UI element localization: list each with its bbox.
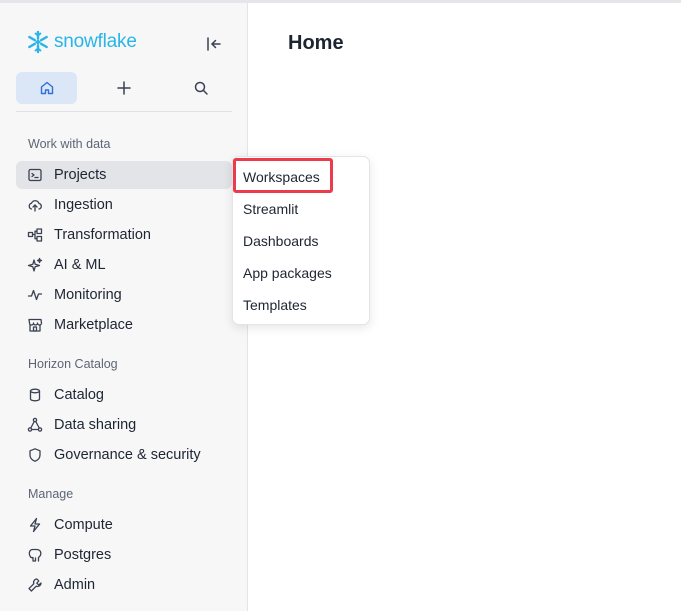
transformation-icon [27,227,43,243]
menu-item-streamlit[interactable]: Streamlit [243,198,298,220]
cloud-upload-icon [27,197,43,213]
menu-item-templates[interactable]: Templates [243,294,307,316]
sidebar-item-label: Postgres [54,547,112,563]
sidebar-item-monitoring[interactable]: Monitoring [16,281,232,309]
home-icon [39,80,55,96]
sidebar-item-label: Governance & security [54,447,201,463]
sidebar: snowflake Work with data Projects Ingest… [0,3,248,611]
snowflake-icon [26,30,50,54]
menu-item-app-packages[interactable]: App packages [243,262,332,284]
lightning-icon [27,517,43,533]
home-button[interactable] [16,72,77,104]
sidebar-item-label: Data sharing [54,417,137,433]
sidebar-item-label: AI & ML [54,257,106,273]
share-network-icon [27,417,43,433]
sidebar-item-admin[interactable]: Admin [16,571,232,599]
menu-item-workspaces[interactable]: Workspaces [243,166,320,188]
section-title-work-with-data: Work with data [28,137,111,151]
elephant-icon [27,547,43,563]
section-title-horizon-catalog: Horizon Catalog [28,357,118,371]
sidebar-item-governance-security[interactable]: Governance & security [16,441,232,469]
sidebar-item-label: Projects [54,167,107,183]
snowflake-logo[interactable]: snowflake [26,30,137,54]
plus-icon [116,80,132,96]
sidebar-item-ingestion[interactable]: Ingestion [16,191,232,219]
search-icon [193,80,209,96]
sparkle-icon [27,257,43,273]
collapse-left-icon [204,34,224,54]
menu-item-dashboards[interactable]: Dashboards [243,230,319,252]
sidebar-item-label: Admin [54,577,96,593]
collapse-sidebar-button[interactable] [204,34,224,54]
database-icon [27,387,43,403]
search-button[interactable] [170,72,231,104]
sidebar-item-label: Ingestion [54,197,113,213]
projects-submenu: Workspaces Streamlit Dashboards App pack… [232,156,370,325]
shield-icon [27,447,43,463]
sidebar-item-label: Marketplace [54,317,133,333]
sidebar-item-compute[interactable]: Compute [16,511,232,539]
sidebar-divider [16,111,232,112]
sidebar-item-marketplace[interactable]: Marketplace [16,311,232,339]
sidebar-item-label: Compute [54,517,113,533]
sidebar-item-postgres[interactable]: Postgres [16,541,232,569]
sidebar-item-transformation[interactable]: Transformation [16,221,232,249]
create-button[interactable] [93,72,154,104]
sidebar-item-catalog[interactable]: Catalog [16,381,232,409]
sidebar-item-label: Transformation [54,227,151,243]
brand-name: snowflake [54,31,137,52]
sidebar-item-data-sharing[interactable]: Data sharing [16,411,232,439]
sidebar-item-ai-ml[interactable]: AI & ML [16,251,232,279]
store-icon [27,317,43,333]
sidebar-item-label: Catalog [54,387,104,403]
sidebar-item-label: Monitoring [54,287,122,303]
terminal-icon [27,167,43,183]
sidebar-quick-actions [16,72,232,104]
section-title-manage: Manage [28,487,74,501]
activity-icon [27,287,43,303]
wrench-icon [27,577,43,593]
page-title: Home [288,32,344,54]
sidebar-item-projects[interactable]: Projects [16,161,232,189]
